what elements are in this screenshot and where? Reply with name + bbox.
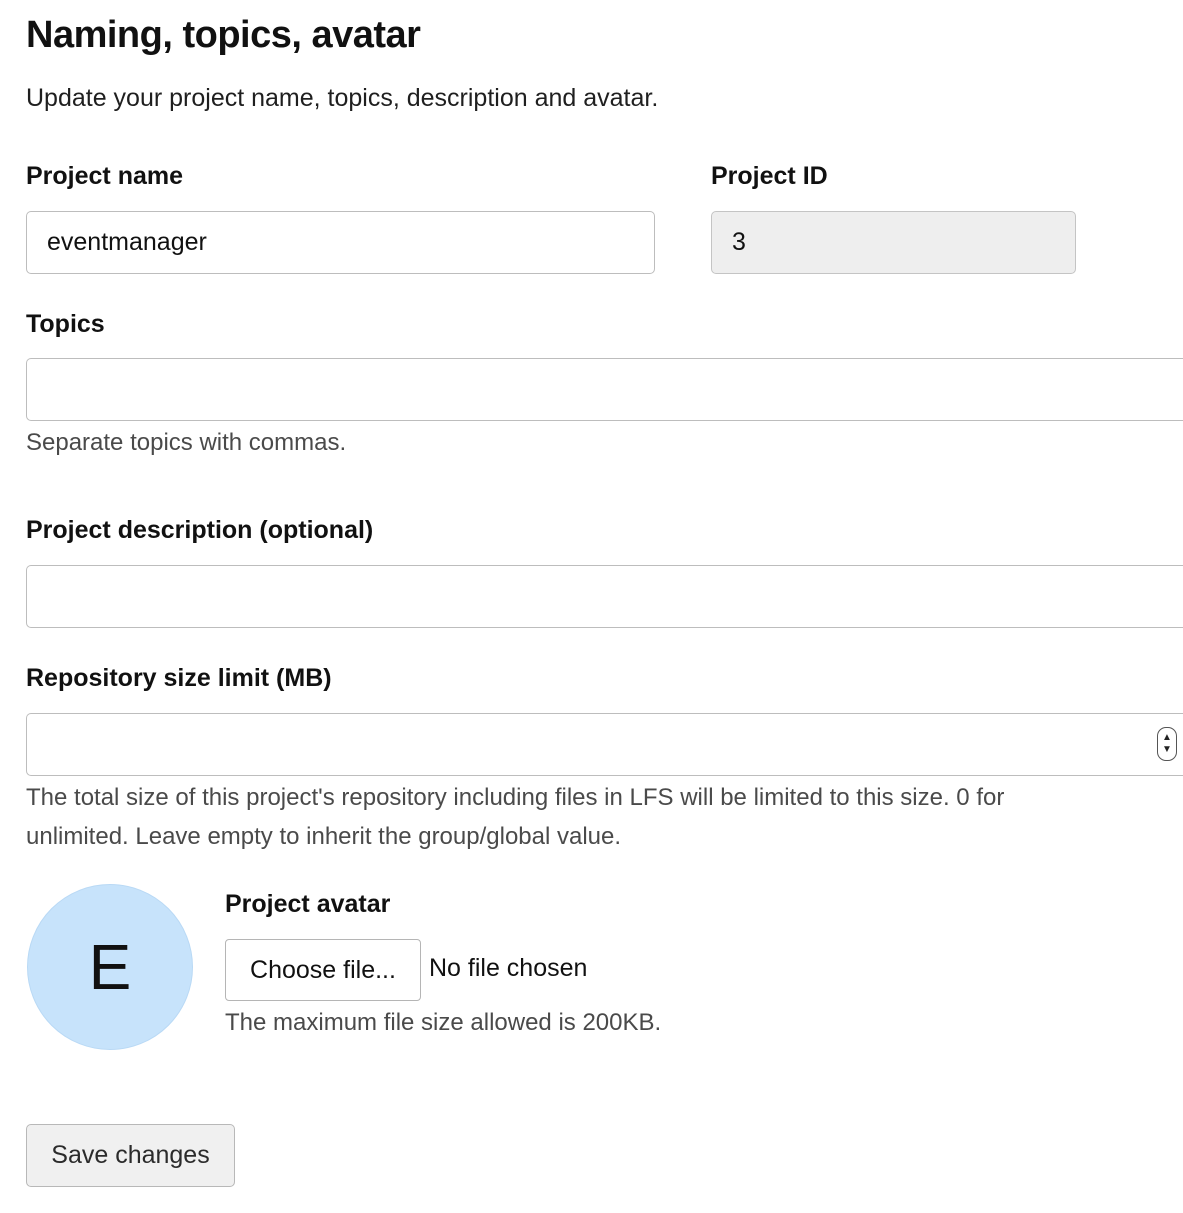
spinner-down-icon[interactable]: ▼ — [1162, 744, 1172, 756]
description-label: Project description (optional) — [26, 516, 374, 544]
file-status: No file chosen — [429, 954, 588, 982]
project-name-label: Project name — [26, 162, 184, 190]
number-spinner[interactable]: ▲ ▼ — [1157, 727, 1177, 761]
avatar: E — [27, 884, 193, 1050]
description-input[interactable] — [26, 565, 1183, 628]
section-subtitle: Update your project name, topics, descri… — [26, 84, 659, 112]
project-name-value: eventmanager — [47, 228, 207, 256]
topics-label: Topics — [26, 310, 105, 338]
project-id-label: Project ID — [711, 162, 828, 190]
section-title: Naming, topics, avatar — [26, 14, 421, 56]
choose-file-button[interactable]: Choose file... — [225, 939, 421, 1001]
repo-size-input[interactable]: ▲ ▼ — [26, 713, 1183, 776]
spinner-up-icon[interactable]: ▲ — [1162, 732, 1172, 744]
save-button[interactable]: Save changes — [26, 1124, 235, 1187]
topics-help: Separate topics with commas. — [26, 429, 347, 456]
topics-input[interactable] — [26, 358, 1183, 421]
project-id-field: 3 — [711, 211, 1076, 274]
repo-size-help-line2: unlimited. Leave empty to inherit the gr… — [26, 823, 622, 850]
repo-size-help: The total size of this project's reposit… — [26, 778, 1176, 856]
project-id-value: 3 — [732, 228, 746, 256]
avatar-help: The maximum file size allowed is 200KB. — [225, 1009, 662, 1036]
project-name-input[interactable]: eventmanager — [26, 211, 655, 274]
avatar-label: Project avatar — [225, 890, 391, 918]
project-settings-section: Naming, topics, avatar Update your proje… — [0, 0, 1183, 1213]
avatar-initial: E — [88, 931, 132, 1003]
repo-size-help-line1: The total size of this project's reposit… — [26, 784, 1005, 811]
repo-size-label: Repository size limit (MB) — [26, 664, 332, 692]
